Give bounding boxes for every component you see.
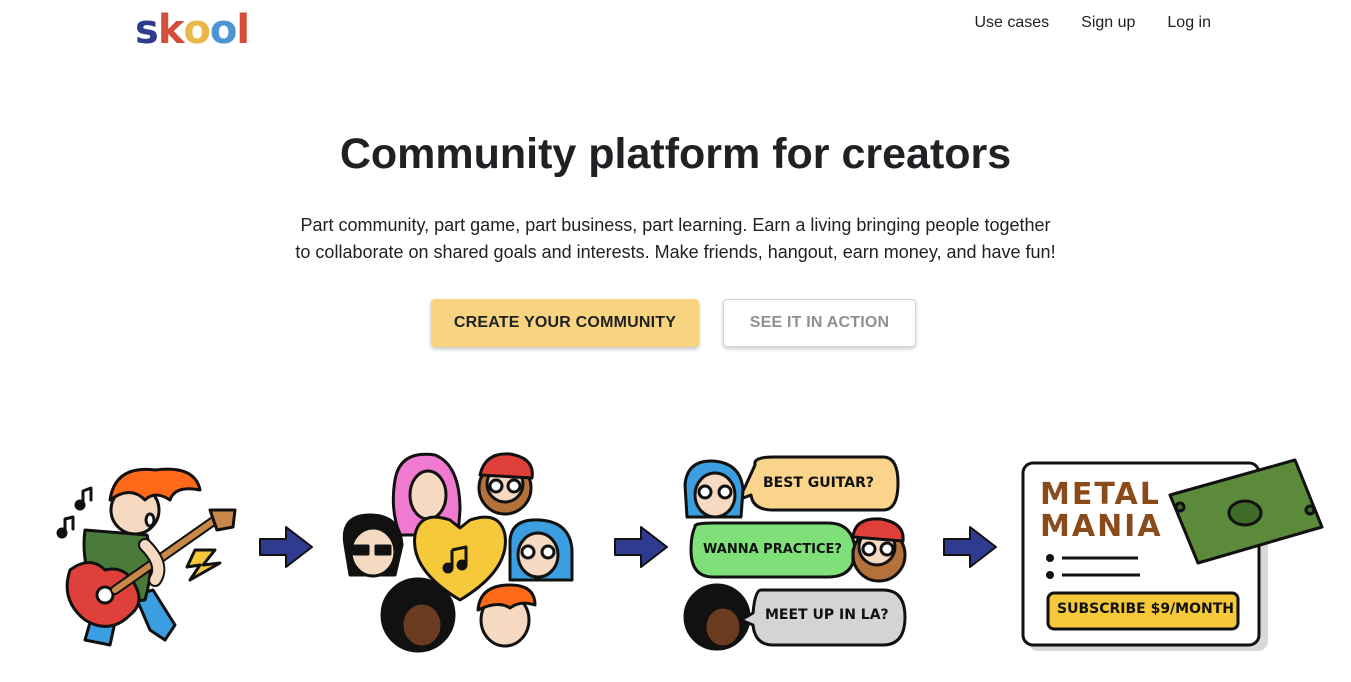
- top-nav: Use cases Sign up Log in: [974, 12, 1211, 34]
- nav-log-in-link[interactable]: Log in: [1167, 12, 1211, 34]
- guitarist-illustration: [56, 467, 237, 647]
- hero-subtitle: Part community, part game, part business…: [0, 212, 1351, 266]
- logo-letter: o: [209, 7, 238, 53]
- chat-bubble-wanna-practice: WANNA PRACTICE?: [703, 542, 842, 557]
- chat-bubble-meet-up: MEET UP IN LA?: [765, 607, 889, 623]
- chat-illustration: BEST GUITAR? WANNA PRACTICE? MEET UP IN …: [683, 455, 908, 655]
- community-faces-illustration: [342, 452, 574, 653]
- hero-subtitle-line-2: to collaborate on shared goals and inter…: [295, 242, 1056, 262]
- card-subscribe-label: SUBSCRIBE $9/MONTH: [1057, 601, 1234, 617]
- arrow-icon: [614, 526, 668, 568]
- create-community-button[interactable]: CREATE YOUR COMMUNITY: [431, 299, 699, 347]
- chat-bubble-best-guitar: BEST GUITAR?: [763, 475, 875, 491]
- logo-letter: o: [183, 7, 211, 53]
- subscription-card-illustration: METAL MANIA SUBSCRIBE $9/MONTH: [1020, 455, 1325, 655]
- hero-title: Community platform for creators: [339, 130, 1012, 178]
- nav-use-cases-link[interactable]: Use cases: [974, 12, 1049, 34]
- logo-letter: k: [157, 7, 185, 53]
- card-title-mania: MANIA: [1040, 509, 1163, 544]
- logo-letter: l: [236, 7, 250, 53]
- arrow-icon: [259, 526, 313, 568]
- arrow-icon: [943, 526, 997, 568]
- logo-letter: s: [135, 7, 159, 53]
- skool-logo[interactable]: skool: [135, 6, 250, 54]
- nav-sign-up-link[interactable]: Sign up: [1081, 12, 1135, 34]
- card-title-metal: METAL: [1040, 477, 1161, 512]
- hero-subtitle-line-1: Part community, part game, part business…: [300, 215, 1051, 235]
- see-it-in-action-button[interactable]: SEE IT IN ACTION: [723, 299, 916, 347]
